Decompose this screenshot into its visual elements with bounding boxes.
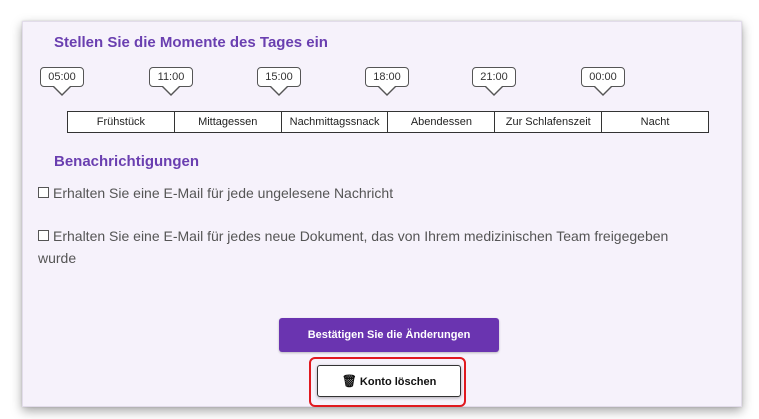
option-label: Erhalten Sie eine E-Mail für jede ungele…: [53, 185, 394, 201]
confirm-changes-button[interactable]: Bestätigen Sie die Änderungen: [279, 318, 499, 352]
delete-account-button[interactable]: 🗑 Konto löschen: [317, 365, 461, 397]
new-document-email-checkbox[interactable]: [38, 230, 49, 241]
time-marker-lunch[interactable]: 11:00: [149, 67, 193, 96]
time-marker-dinner[interactable]: 18:00: [365, 67, 409, 96]
time-label: 15:00: [265, 71, 293, 83]
moments-title: Stellen Sie die Momente des Tages ein: [54, 34, 328, 51]
time-label: 11:00: [157, 71, 185, 83]
time-marker-snack[interactable]: 15:00: [257, 67, 301, 96]
time-label: 21:00: [480, 71, 508, 83]
time-marker-bedtime[interactable]: 21:00: [472, 67, 516, 96]
unread-message-email-option[interactable]: Erhalten Sie eine E-Mail für jede ungele…: [38, 182, 728, 204]
day-periods-bar: Frühstück Mittagessen Nachmittagssnack A…: [67, 111, 709, 133]
notifications-title: Benachrichtigungen: [54, 153, 200, 170]
period-bedtime: Zur Schlafenszeit: [495, 112, 603, 132]
period-snack: Nachmittagssnack: [282, 112, 389, 132]
option-label: Erhalten Sie eine E-Mail für jedes neue …: [38, 228, 669, 266]
time-label: 05:00: [48, 71, 76, 83]
delete-account-label: Konto löschen: [359, 376, 437, 388]
time-marker-breakfast[interactable]: 05:00: [40, 67, 84, 96]
time-label: 00:00: [589, 71, 617, 83]
time-label: 18:00: [373, 71, 401, 83]
settings-card: Stellen Sie die Momente des Tages ein 05…: [22, 21, 742, 407]
period-night: Nacht: [640, 116, 670, 128]
period-lunch: Mittagessen: [175, 112, 282, 132]
period-dinner: Abendessen: [388, 112, 496, 132]
trash-icon: 🗑: [341, 374, 357, 388]
unread-message-email-checkbox[interactable]: [38, 187, 49, 198]
time-marker-night[interactable]: 00:00: [581, 67, 625, 96]
new-document-email-option[interactable]: Erhalten Sie eine E-Mail für jedes neue …: [38, 225, 708, 269]
period-breakfast: Frühstück: [68, 112, 175, 132]
